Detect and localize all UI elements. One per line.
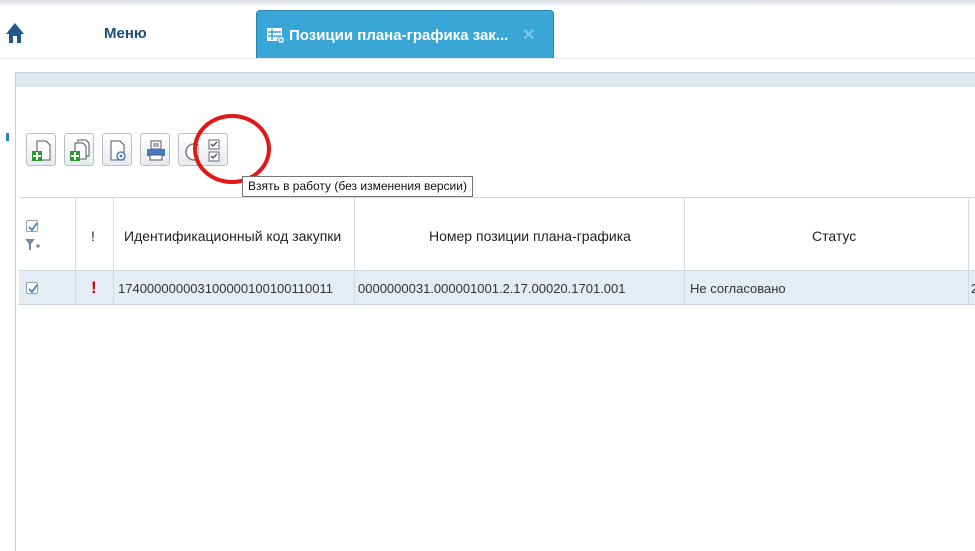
table-icon bbox=[267, 28, 285, 44]
grid-header: ! Идентификационный код закупки Номер по… bbox=[19, 197, 975, 272]
add-button[interactable] bbox=[26, 133, 56, 166]
col-code-header[interactable]: Идентификационный код закупки bbox=[124, 228, 341, 244]
tooltip: Взять в работу (без изменения версии) bbox=[242, 176, 473, 197]
row-checkbox[interactable] bbox=[26, 282, 38, 294]
row-code: 174000000003100000100100110011 bbox=[118, 281, 333, 296]
top-tab-bar: Меню Позиции плана-графика зак... ✕ bbox=[0, 0, 975, 59]
print-icon bbox=[147, 140, 165, 161]
table-row[interactable]: ! 174000000003100000100100110011 0000000… bbox=[19, 271, 975, 305]
column-separator bbox=[354, 271, 355, 305]
highlight-annotation-circle bbox=[193, 114, 271, 184]
row-status: Не согласовано bbox=[690, 281, 786, 296]
tab-plan-positions[interactable]: Позиции плана-графика зак... ✕ bbox=[256, 10, 554, 58]
filter-icon[interactable] bbox=[25, 238, 41, 255]
copy-add-button[interactable] bbox=[64, 133, 94, 166]
close-icon[interactable]: ✕ bbox=[522, 25, 535, 45]
row-extra: 2 bbox=[971, 281, 975, 296]
tab-label: Позиции плана-графика зак... bbox=[289, 27, 509, 44]
row-position-number: 0000000031.000001001.2.17.00020.1701.001 bbox=[358, 281, 626, 296]
panel-collapse-handle[interactable] bbox=[6, 133, 9, 141]
top-shadow bbox=[0, 0, 975, 7]
column-separator bbox=[968, 198, 969, 272]
panel-header-strip bbox=[16, 73, 975, 87]
column-separator bbox=[968, 271, 969, 305]
add-icon bbox=[32, 140, 51, 161]
column-separator bbox=[75, 271, 76, 305]
home-icon[interactable] bbox=[5, 22, 25, 44]
column-separator bbox=[354, 198, 355, 272]
menu-tab[interactable]: Меню bbox=[104, 25, 147, 42]
tab-divider bbox=[0, 58, 975, 59]
document-view-button[interactable] bbox=[102, 133, 132, 166]
row-flag: ! bbox=[91, 278, 97, 297]
print-button[interactable] bbox=[140, 133, 170, 166]
column-separator bbox=[75, 198, 76, 272]
col-position-header[interactable]: Номер позиции плана-графика bbox=[429, 228, 631, 244]
copy-add-icon bbox=[70, 139, 90, 161]
select-all-checkbox[interactable] bbox=[26, 220, 38, 232]
column-separator bbox=[113, 271, 114, 305]
column-separator bbox=[684, 198, 685, 272]
column-separator bbox=[684, 271, 685, 305]
col-status-header[interactable]: Статус bbox=[812, 228, 856, 244]
column-separator bbox=[113, 198, 114, 272]
col-flag-header: ! bbox=[91, 228, 95, 244]
document-view-icon bbox=[110, 140, 126, 161]
